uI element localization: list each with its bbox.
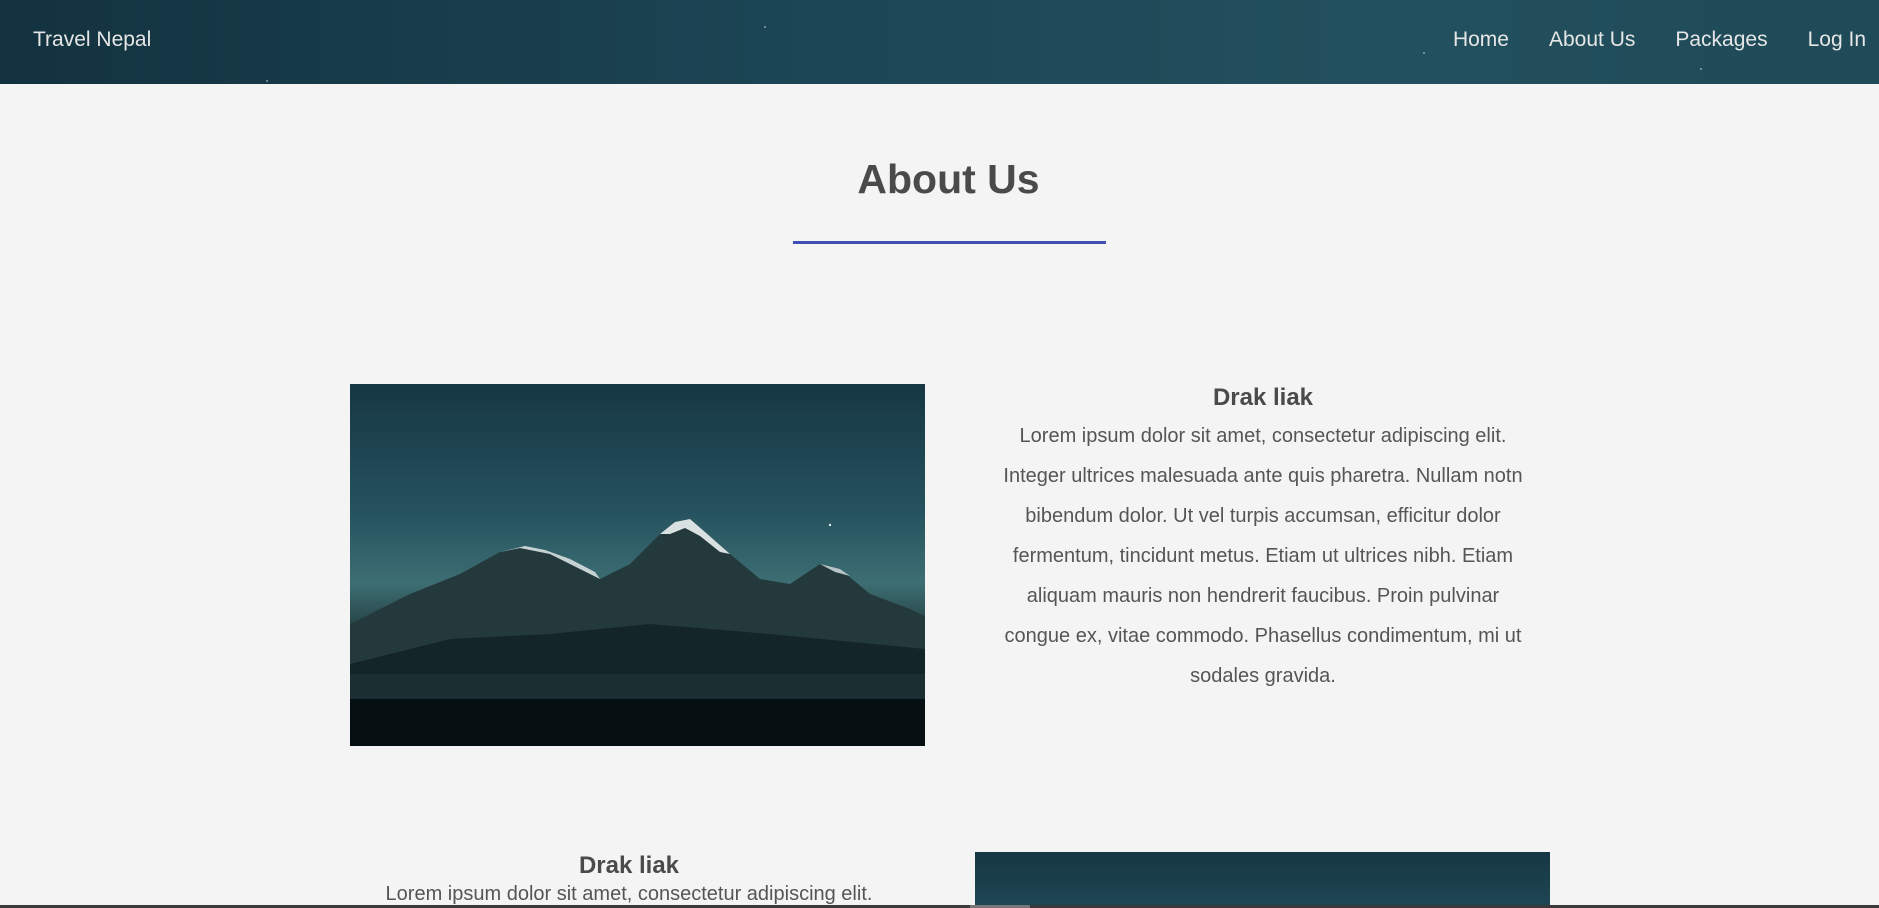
card-body: Lorem ipsum dolor sit amet, consectetur … bbox=[1003, 425, 1523, 687]
brand-logo-text[interactable]: Travel Nepal bbox=[33, 28, 151, 52]
page-title: About Us bbox=[857, 156, 1040, 202]
star-decoration bbox=[764, 26, 766, 28]
card-heading: Drak liak bbox=[1212, 384, 1314, 411]
mountain-photo bbox=[975, 852, 1550, 908]
card-body: Lorem ipsum dolor sit amet, consectetur … bbox=[385, 883, 873, 905]
top-navbar: Travel Nepal Home About Us Packages Log … bbox=[0, 0, 1879, 84]
nav-login-link[interactable]: Log In bbox=[1808, 28, 1866, 52]
star-decoration bbox=[1423, 52, 1425, 54]
star-decoration bbox=[1700, 68, 1702, 70]
nav-home-link[interactable]: Home bbox=[1453, 28, 1509, 52]
about-card-1: Drak liak Lorem ipsum dolor sit amet, co… bbox=[997, 384, 1529, 696]
title-underline bbox=[793, 241, 1106, 244]
mountain-photo bbox=[350, 384, 925, 746]
about-card-2: Drak liak Lorem ipsum dolor sit amet, co… bbox=[380, 852, 878, 908]
card-heading: Drak liak bbox=[578, 852, 680, 879]
star-decoration bbox=[266, 80, 268, 82]
nav-about-link[interactable]: About Us bbox=[1549, 28, 1635, 52]
nav-packages-link[interactable]: Packages bbox=[1675, 28, 1767, 52]
mountain-illustration bbox=[350, 519, 925, 746]
nav-links: Home About Us Packages Log In bbox=[1453, 28, 1879, 52]
